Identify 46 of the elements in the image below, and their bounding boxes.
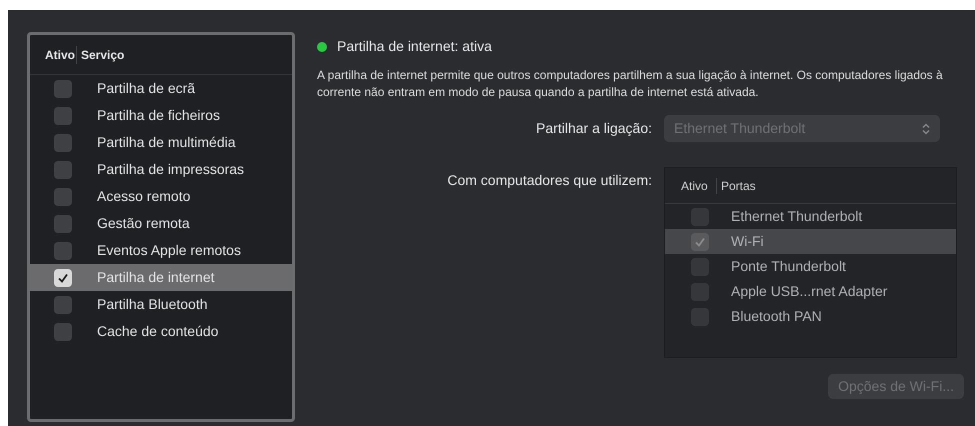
- port-label: Ponte Thunderbolt: [731, 257, 846, 276]
- service-label: Partilha de impressoras: [97, 160, 244, 179]
- service-row[interactable]: Partilha de impressoras: [30, 156, 292, 183]
- description: A partilha de internet permite que outros computadores partilhem a sua ligação à internet. Os computadores ligados à corrente não entram em modo de pausa quando a partilha de internet está ativada.: [317, 67, 944, 101]
- service-label: Partilha de ficheiros: [97, 106, 220, 125]
- checkbox[interactable]: [54, 322, 72, 340]
- checkbox[interactable]: [54, 188, 72, 206]
- checkbox[interactable]: [54, 106, 72, 124]
- service-label: Partilha de multimédia: [97, 133, 236, 152]
- port-label: Apple USB...rnet Adapter: [731, 282, 888, 301]
- chevron-up-down-icon: [922, 122, 930, 134]
- service-row[interactable]: Acesso remoto: [30, 183, 292, 210]
- checkmark-icon: [694, 236, 706, 248]
- service-row[interactable]: Partilha Bluetooth: [30, 291, 292, 318]
- service-row[interactable]: Partilha de ecrã: [30, 75, 292, 102]
- service-label: Partilha Bluetooth: [97, 295, 208, 314]
- checkbox[interactable]: [54, 134, 72, 152]
- service-row[interactable]: Gestão remota: [30, 210, 292, 237]
- service-row[interactable]: Partilha de ficheiros: [30, 102, 292, 129]
- checkbox[interactable]: [54, 242, 72, 260]
- service-label: Eventos Apple remotos: [97, 241, 241, 260]
- column-header: Serviço: [80, 46, 124, 64]
- column-header: Ativo: [44, 46, 76, 64]
- checkbox[interactable]: [54, 80, 72, 98]
- service-label: Gestão remota: [97, 214, 190, 233]
- port-label: Ethernet Thunderbolt: [731, 207, 862, 226]
- ports-label: Com computadores que utilizem:: [446, 171, 653, 190]
- service-label: Acesso remoto: [97, 187, 190, 206]
- service-row[interactable]: Eventos Apple remotos: [30, 237, 292, 264]
- checkmark-icon: [57, 272, 69, 284]
- checkbox[interactable]: [54, 268, 72, 286]
- checkbox[interactable]: [54, 160, 72, 178]
- service-label: Partilha de ecrã: [97, 79, 196, 98]
- service-label: Partilha de internet: [97, 268, 215, 287]
- service-row[interactable]: Partilha de multimédia: [30, 129, 292, 156]
- service-row[interactable]: Partilha de internet: [30, 264, 292, 291]
- column-header: Ativo: [680, 178, 709, 194]
- service-label: Cache de conteúdo: [97, 322, 218, 341]
- share-label: Partilhar a ligação:: [535, 119, 653, 138]
- checkbox[interactable]: [54, 214, 72, 232]
- port-label: Bluetooth PAN: [731, 307, 822, 326]
- checkbox[interactable]: [54, 296, 72, 314]
- port-label: Wi-Fi: [731, 232, 764, 251]
- status-title: Partilha de internet: ativa: [337, 37, 492, 56]
- service-row[interactable]: Cache de conteúdo: [30, 318, 292, 345]
- column-header: Portas: [720, 178, 756, 194]
